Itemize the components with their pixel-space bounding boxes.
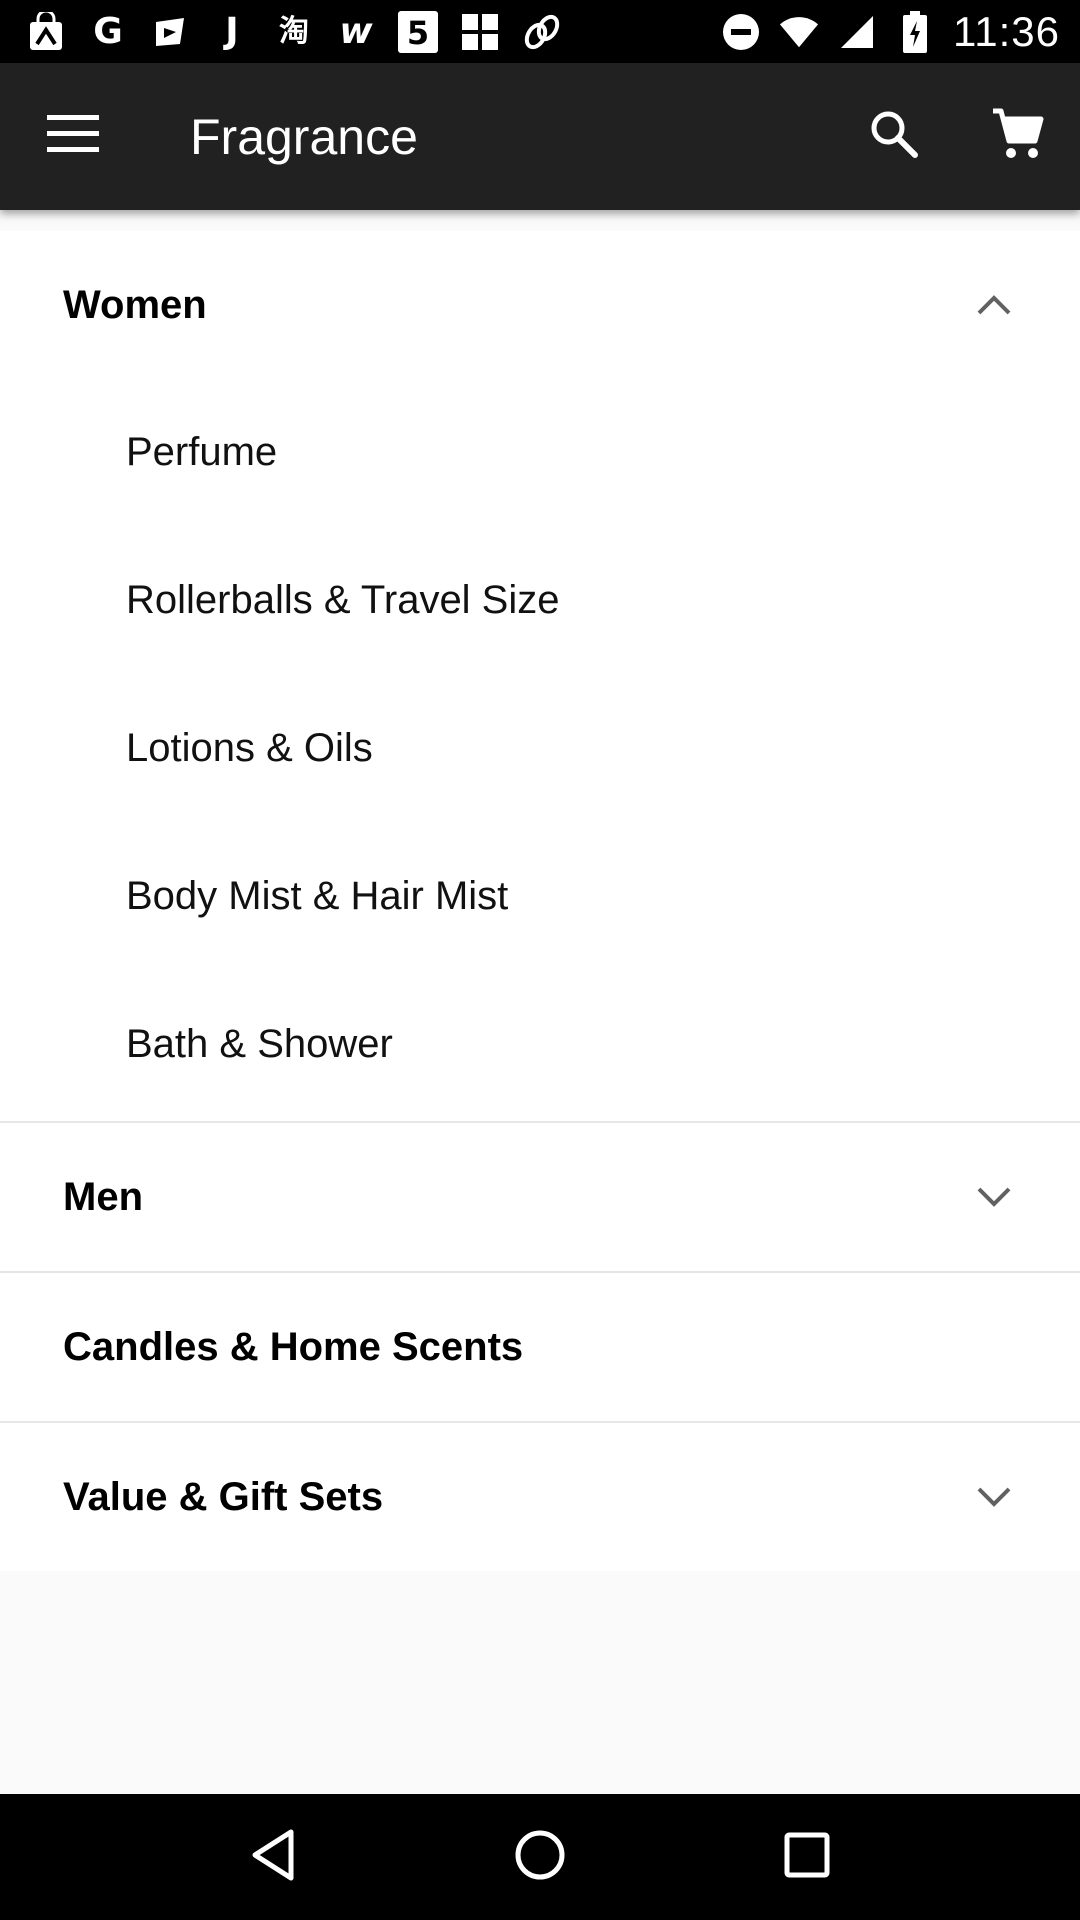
link-icon <box>522 12 562 52</box>
category-label: Candles & Home Scents <box>63 1324 524 1369</box>
menu-button[interactable] <box>0 63 146 210</box>
category-header-women[interactable]: Women <box>0 231 1080 379</box>
category-women: Women Perfume Rollerballs & Travel Size … <box>0 231 1080 1123</box>
category-header-candles[interactable]: Candles & Home Scents <box>0 1273 1080 1421</box>
status-bar: G J 淘 w 5 11:36 <box>0 0 1080 63</box>
taobao-icon: 淘 <box>279 13 309 49</box>
wifi-icon <box>779 12 819 52</box>
w-icon: w <box>339 10 373 52</box>
svg-text:5: 5 <box>407 14 429 52</box>
subcategory-item[interactable]: Perfume <box>0 377 1080 527</box>
category-list: Women Perfume Rollerballs & Travel Size … <box>0 231 1080 1571</box>
cart-button[interactable] <box>956 63 1080 210</box>
shopping-bag-icon <box>26 11 66 52</box>
g-icon: G <box>93 10 123 52</box>
category-label: Men <box>63 1174 143 1219</box>
category-candles: Candles & Home Scents <box>0 1273 1080 1423</box>
subcategory-item[interactable]: Bath & Shower <box>0 969 1080 1119</box>
menu-icon <box>47 115 99 158</box>
system-icons: 11:36 <box>721 8 1060 56</box>
category-label: Women <box>63 282 207 327</box>
subcategory-item[interactable]: Rollerballs & Travel Size <box>0 525 1080 675</box>
clock: 11:36 <box>953 7 1060 55</box>
back-button[interactable] <box>213 1797 333 1917</box>
j-icon: J <box>225 10 239 52</box>
recents-icon <box>784 1832 830 1883</box>
app-bar: Fragrance <box>0 63 1080 210</box>
recents-button[interactable] <box>747 1797 867 1917</box>
search-icon <box>869 109 919 164</box>
chevron-down-icon <box>968 1471 1020 1523</box>
category-header-men[interactable]: Men <box>0 1123 1080 1271</box>
category-label: Value & Gift Sets <box>63 1474 384 1519</box>
signal-icon <box>837 12 877 52</box>
home-icon <box>514 1829 566 1886</box>
grid-icon <box>460 12 500 52</box>
category-men: Men <box>0 1123 1080 1273</box>
home-button[interactable] <box>480 1797 600 1917</box>
search-button[interactable] <box>832 63 956 210</box>
do-not-disturb-icon <box>721 12 761 52</box>
chevron-down-icon <box>968 1171 1020 1223</box>
category-header-gift-sets[interactable]: Value & Gift Sets <box>0 1423 1080 1571</box>
cart-icon <box>991 107 1045 166</box>
battery-icon <box>895 10 935 53</box>
five-icon: 5 <box>398 10 438 53</box>
category-gift-sets: Value & Gift Sets <box>0 1423 1080 1571</box>
chevron-up-icon <box>968 279 1020 331</box>
back-icon <box>249 1828 297 1887</box>
subcategory-item[interactable]: Lotions & Oils <box>0 673 1080 823</box>
system-nav-bar <box>0 1794 1080 1920</box>
subcategory-list: Perfume Rollerballs & Travel Size Lotion… <box>0 377 1080 1121</box>
subcategory-item[interactable]: Body Mist & Hair Mist <box>0 821 1080 971</box>
notification-icons: G J 淘 w 5 <box>26 10 721 53</box>
page-title: Fragrance <box>190 108 418 165</box>
arrow-icon <box>150 12 190 52</box>
